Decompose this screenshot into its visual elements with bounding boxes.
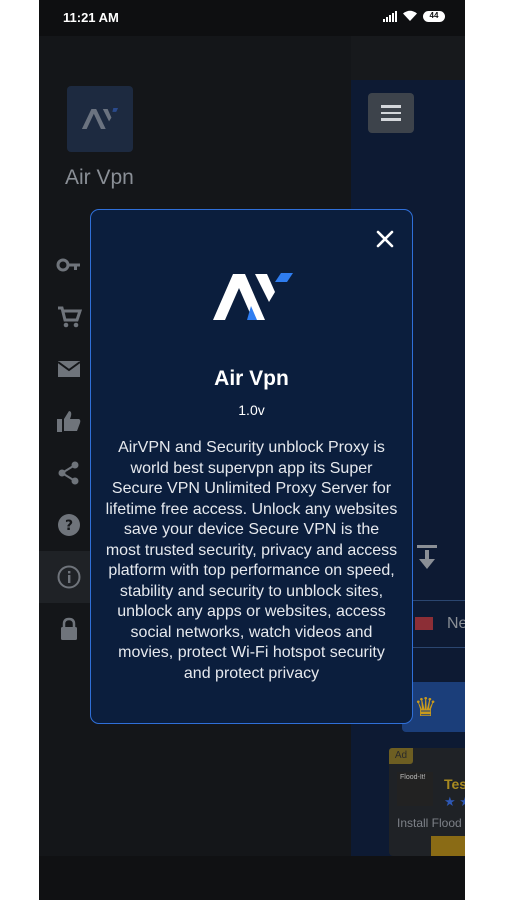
bottom-strip <box>39 856 465 900</box>
thumbs-up-icon[interactable] <box>56 408 82 434</box>
app-description: AirVPN and Security unblock Proxy is wor… <box>105 439 398 682</box>
dialog-title: Air Vpn <box>214 367 289 390</box>
svg-text:?: ? <box>65 518 73 534</box>
key-icon[interactable] <box>56 252 82 278</box>
ad-thumbnail: Flood-It! <box>397 772 433 806</box>
flag-icon <box>415 617 433 630</box>
info-icon[interactable] <box>56 564 82 590</box>
crown-icon: ♛ <box>414 692 438 722</box>
battery-icon: 44 <box>423 10 445 22</box>
status-time: 11:21 AM <box>63 10 119 25</box>
drawer-app-title: Air Vpn <box>65 166 134 189</box>
ad-rating-stars: ★ ★ <box>444 794 465 809</box>
lock-icon[interactable] <box>56 616 82 642</box>
mail-icon[interactable] <box>56 356 82 382</box>
ad-install-text: Install Flood <box>397 816 462 830</box>
phone-screen: 11:21 AM 44 Ne ♛ Ad Flood-It! Tes ★ ★ In… <box>39 0 465 900</box>
download-icon[interactable] <box>415 545 439 571</box>
share-icon[interactable] <box>56 460 82 486</box>
status-bar: 11:21 AM 44 <box>39 0 465 36</box>
app-version: 1.0v <box>238 402 265 418</box>
ad-badge: Ad <box>389 748 413 764</box>
signal-icon <box>383 10 397 22</box>
air-vpn-logo <box>213 273 293 320</box>
wifi-icon <box>403 10 417 21</box>
app-logo <box>67 86 133 152</box>
ad-card[interactable]: Ad Flood-It! Tes ★ ★ Install Flood <box>389 748 465 856</box>
ad-thumb-label: Flood-It! <box>400 774 426 781</box>
menu-icon[interactable] <box>368 93 414 133</box>
status-icons: 44 <box>383 10 445 22</box>
server-name: Ne <box>447 615 465 632</box>
help-icon[interactable]: ? <box>56 512 82 538</box>
ad-title: Tes <box>444 776 465 792</box>
about-dialog: Air Vpn 1.0v AirVPN and Security unblock… <box>90 209 413 724</box>
cart-icon[interactable] <box>56 304 83 330</box>
close-icon[interactable] <box>374 228 396 250</box>
ad-install-button[interactable] <box>431 836 465 856</box>
